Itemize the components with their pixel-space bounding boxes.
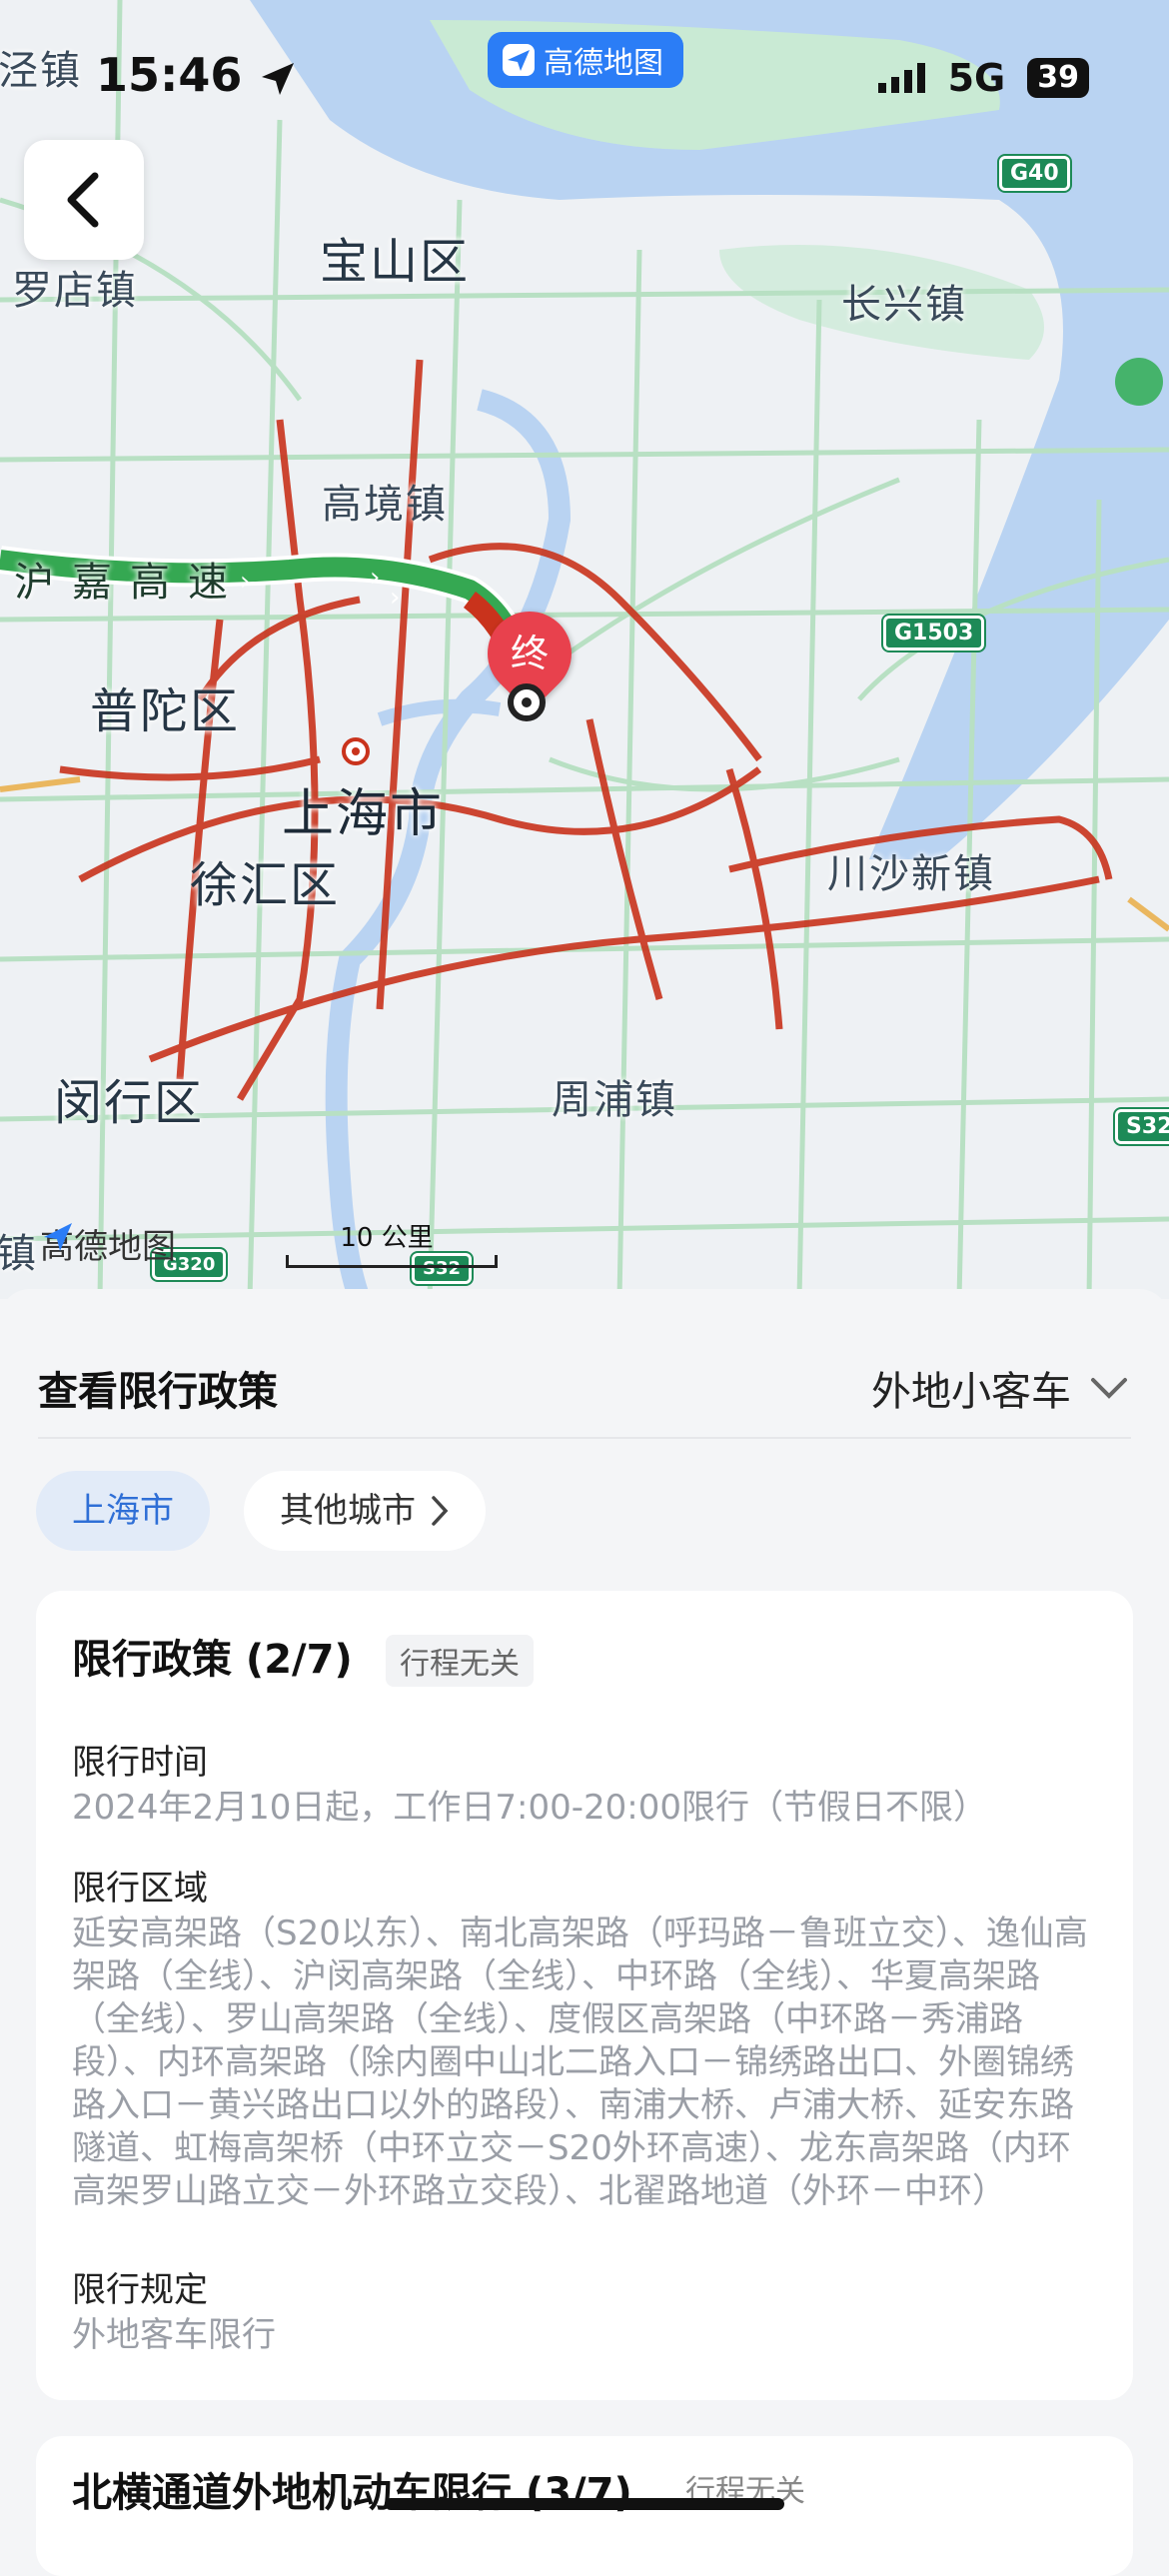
battery-icon: 39 [1027,58,1089,98]
map-label-luodian: 罗店镇 [12,268,138,314]
restriction-area-value: 延安高架路（S20以东）、南北高架路（呼玛路－鲁班立交）、逸仙高架路（全线）、沪… [72,1914,1088,2211]
map-label-putuo: 普陀区 [90,683,241,739]
map-label-baoshan: 宝山区 [320,234,471,290]
restriction-area-label: 限行区域 [72,1869,208,1909]
vehicle-type-selector[interactable]: 外地小客车 [871,1359,1129,1417]
restriction-rule-value: 外地客车限行 [72,2315,276,2355]
chip-other-cities[interactable]: 其他城市 [244,1471,486,1551]
map-label-chuansha: 川沙新镇 [827,851,995,897]
map-label-changxing: 长兴镇 [841,282,967,328]
app-badge-label: 高德地图 [544,46,663,81]
chevron-down-icon [1091,1378,1127,1399]
shield-g40: G40 [999,156,1070,191]
vehicle-type-label: 外地小客车 [871,1369,1071,1415]
chevron-left-icon [67,172,99,228]
map-label-bottom-left: 镇 [0,1231,38,1277]
map-label-zhoupu: 周浦镇 [552,1077,677,1123]
signal-icon [877,63,925,93]
chip-shanghai[interactable]: 上海市 [36,1471,210,1551]
amap-logo-icon [44,1223,72,1251]
network-type: 5G [947,56,1006,100]
location-arrow-icon [262,62,295,95]
policy-card[interactable]: 限行政策 (2/7) 行程无关 限行时间 2024年2月10日起，工作日7:00… [36,1591,1133,2400]
back-to-app-badge[interactable]: 高德地图 [488,32,683,88]
destination-dot-icon [508,683,546,721]
back-button[interactable] [24,140,144,260]
map-label-top-left: 泾镇 [0,48,82,94]
policy-card-tag: 行程无关 [386,1635,534,1687]
home-indicator[interactable] [385,2498,784,2510]
map-label-gaojing: 高境镇 [322,482,448,528]
chevron-right-icon [432,1496,449,1526]
restriction-time-label: 限行时间 [72,1743,208,1783]
svg-text:›: › [370,563,380,593]
policy-header: 查看限行政策 [38,1369,278,1415]
restriction-time-value: 2024年2月10日起，工作日7:00-20:00限行（节假日不限） [72,1788,988,1828]
map-label-shanghai: 上海市 [282,784,445,844]
amap-logo: 高德地图 [40,1219,176,1268]
map-label-hujia-expressway: 沪嘉高速 [14,560,246,606]
status-time: 15:46 [96,48,298,102]
shield-g1503: G1503 [883,616,985,650]
map-label-minhang: 闵行区 [54,1075,205,1131]
map-label-xuhui: 徐汇区 [190,857,341,913]
divider [38,1437,1131,1439]
map-view[interactable]: › › › 泾镇 罗店镇 宝山区 长兴镇 高境镇 沪嘉高速 普陀区 上海市 徐汇… [0,0,1169,1299]
restriction-rule-label: 限行规定 [72,2270,208,2310]
status-right: 5G 39 [877,56,1089,100]
amap-badge-icon [503,44,535,76]
chip-other-cities-label: 其他城市 [280,1491,416,1531]
shield-s32: S32 [1115,1109,1169,1144]
svg-text:›: › [390,583,400,613]
policy-card-title: 限行政策 (2/7) [72,1637,353,1683]
status-time-text: 15:46 [96,48,243,102]
map-scale-label: 10 公里 [340,1223,434,1253]
map-scale-bar [286,1255,498,1268]
